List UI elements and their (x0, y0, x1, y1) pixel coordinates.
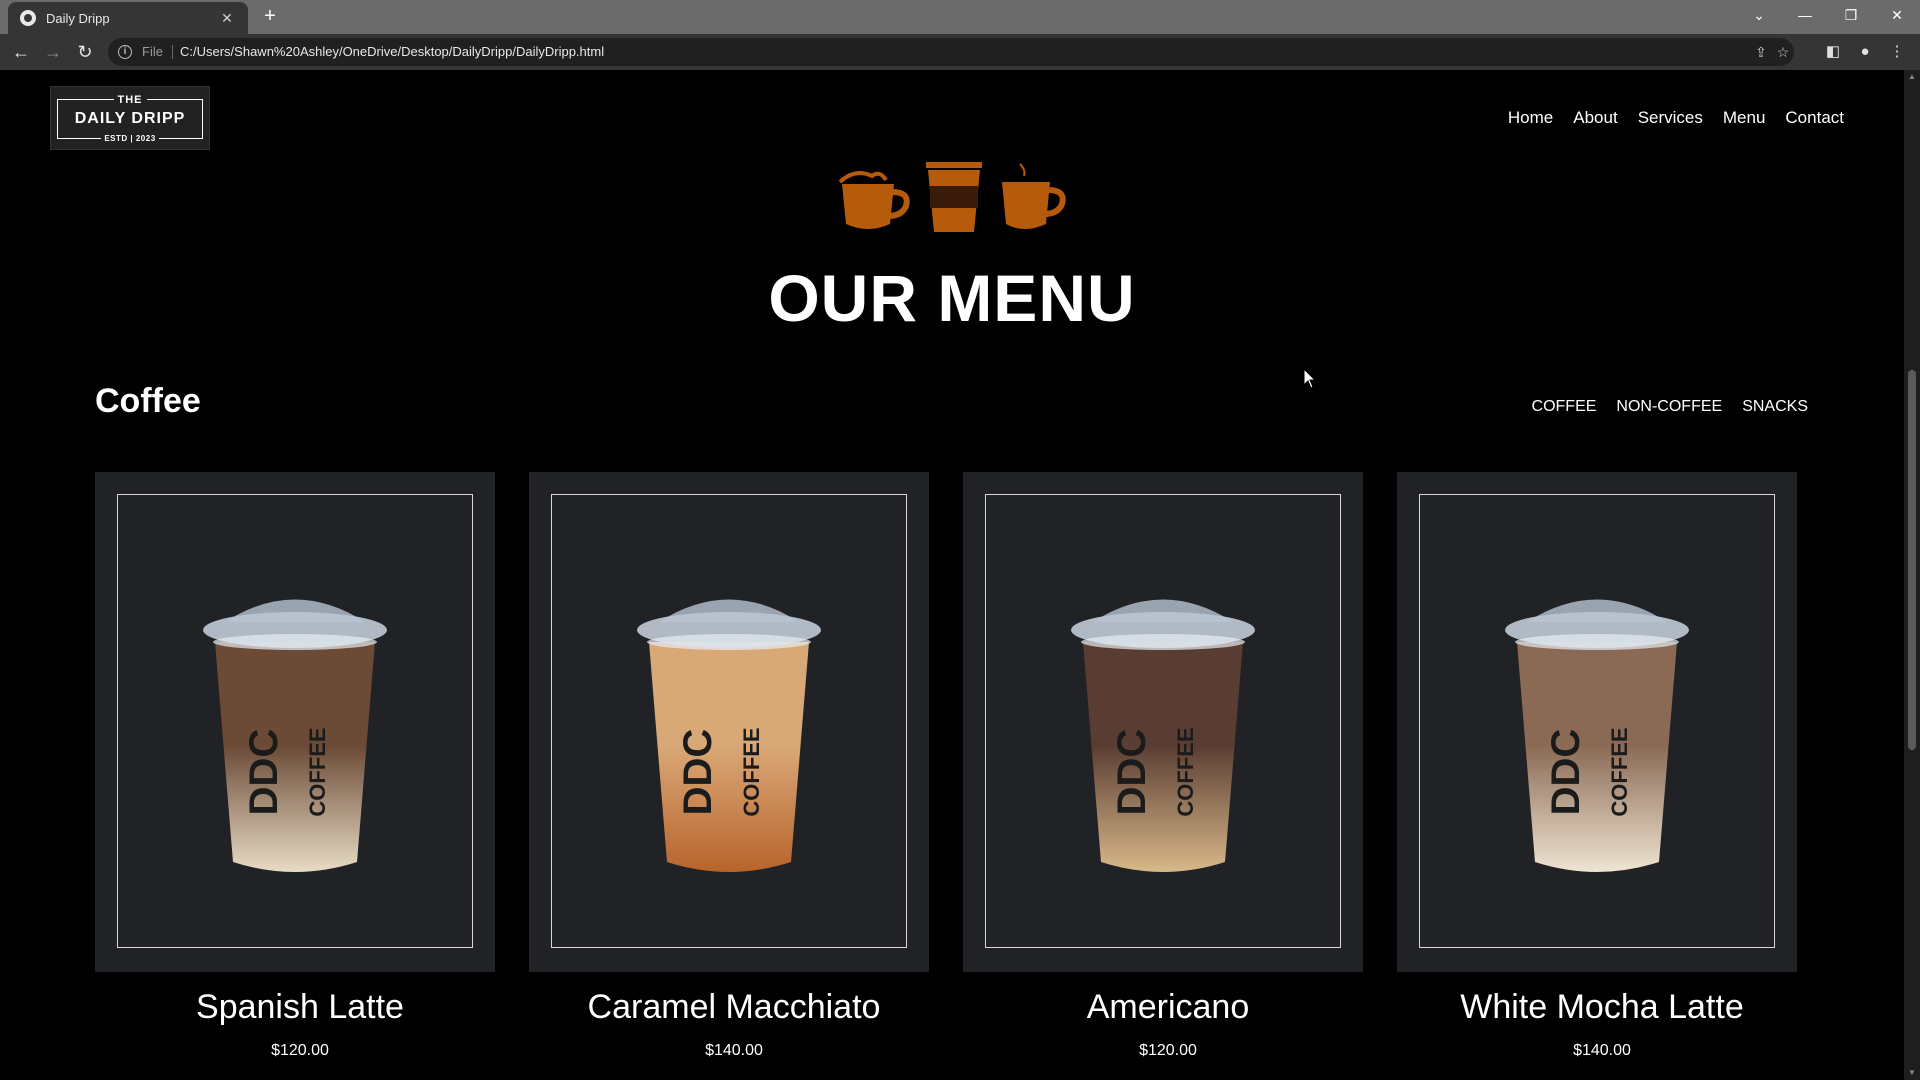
nav-services[interactable]: Services (1638, 108, 1703, 128)
category-filters: COFFEE NON-COFFEE SNACKS (1532, 398, 1808, 416)
product-price: $120.00 (271, 1042, 329, 1059)
minimize-button[interactable]: — (1782, 0, 1828, 30)
forward-button[interactable]: → (40, 39, 66, 65)
product-name[interactable]: White Mocha Latte (1402, 988, 1802, 1027)
url-scheme: File (142, 44, 163, 59)
product-name[interactable]: Spanish Latte (100, 988, 500, 1027)
filter-non-coffee[interactable]: NON-COFFEE (1616, 398, 1722, 416)
scrollbar-thumb[interactable] (1908, 370, 1916, 750)
filter-snacks[interactable]: SNACKS (1742, 398, 1808, 416)
product-name[interactable]: Caramel Macchiato (534, 988, 934, 1027)
reload-button[interactable]: ↻ (72, 39, 98, 65)
web-page: THE DAILY DRIPP ESTD | 2023 Home About S… (0, 70, 1904, 1080)
logo-estd: ESTD | 2023 (101, 134, 159, 143)
restore-button[interactable]: ❐ (1828, 0, 1874, 30)
svg-text:DDC: DDC (676, 729, 720, 816)
nav-home[interactable]: Home (1508, 108, 1553, 128)
product-card[interactable]: DDC COFFEE (963, 472, 1363, 972)
product-card[interactable]: DDC COFFEE (95, 472, 495, 972)
nav-about[interactable]: About (1573, 108, 1617, 128)
tab-title: Daily Dripp (46, 10, 110, 26)
product-image-iced-coffee: DDC COFFEE (203, 599, 387, 872)
share-icon[interactable]: ⇪ (1750, 42, 1772, 62)
page-scrollbar[interactable]: ▲ ▼ (1904, 70, 1920, 1080)
address-bar[interactable]: i File C:/Users/Shawn%20Ashley/OneDrive/… (108, 38, 1794, 66)
close-tab-icon[interactable]: ✕ (218, 10, 236, 27)
logo-frame: THE DAILY DRIPP ESTD | 2023 (57, 94, 203, 143)
product-price: $120.00 (1139, 1042, 1197, 1059)
product-image-iced-coffee: DDC COFFEE (637, 599, 821, 872)
svg-text:COFFEE: COFFEE (305, 727, 330, 816)
menu-kebab-icon[interactable]: ⋮ (1884, 39, 1910, 65)
browser-toolbar: ← → ↻ i File C:/Users/Shawn%20Ashley/One… (0, 34, 1920, 70)
product-card[interactable]: DDC COFFEE (529, 472, 929, 972)
product-image-iced-coffee: DDC COFFEE (1071, 599, 1255, 872)
product-name[interactable]: Americano (968, 988, 1368, 1027)
tab-search-icon[interactable]: ⌄ (1736, 0, 1782, 30)
coffee-cups-icon (838, 162, 1066, 232)
filter-coffee[interactable]: COFFEE (1532, 398, 1597, 416)
info-icon[interactable]: i (118, 45, 132, 59)
profile-icon[interactable]: ● (1852, 39, 1878, 65)
url-text[interactable]: C:/Users/Shawn%20Ashley/OneDrive/Desktop… (180, 44, 604, 59)
page-title: OUR MENU (768, 261, 1136, 335)
new-tab-button[interactable]: + (258, 5, 282, 29)
browser-tab-strip: Daily Dripp ✕ + ⌄ — ❐ ✕ (0, 0, 1920, 34)
side-panel-icon[interactable]: ◧ (1820, 39, 1846, 65)
nav-contact[interactable]: Contact (1785, 108, 1844, 128)
divider (172, 45, 173, 59)
bookmark-star-icon[interactable]: ☆ (1772, 42, 1794, 62)
product-card[interactable]: DDC COFFEE (1397, 472, 1797, 972)
svg-text:DDC: DDC (242, 729, 286, 816)
scroll-up-arrow-icon[interactable]: ▲ (1904, 70, 1920, 84)
svg-text:COFFEE: COFFEE (1173, 727, 1198, 816)
svg-text:DDC: DDC (1110, 729, 1154, 816)
close-window-button[interactable]: ✕ (1874, 0, 1920, 30)
scroll-down-arrow-icon[interactable]: ▼ (1904, 1066, 1920, 1080)
product-image-iced-coffee: DDC COFFEE (1505, 599, 1689, 872)
browser-tab[interactable]: Daily Dripp ✕ (8, 2, 248, 34)
globe-icon (20, 10, 36, 26)
logo-name: DAILY DRIPP (74, 110, 186, 127)
product-price: $140.00 (705, 1042, 763, 1059)
logo-top-text: THE (113, 94, 147, 106)
section-title: Coffee (95, 382, 201, 420)
site-logo[interactable]: THE DAILY DRIPP ESTD | 2023 (50, 86, 210, 150)
svg-text:DDC: DDC (1544, 729, 1588, 816)
svg-text:COFFEE: COFFEE (1607, 727, 1632, 816)
nav-menu[interactable]: Menu (1723, 108, 1766, 128)
product-price: $140.00 (1573, 1042, 1631, 1059)
main-nav: Home About Services Menu Contact (1508, 108, 1844, 128)
mouse-cursor-icon (1303, 368, 1317, 389)
svg-text:COFFEE: COFFEE (739, 727, 764, 816)
back-button[interactable]: ← (8, 39, 34, 65)
